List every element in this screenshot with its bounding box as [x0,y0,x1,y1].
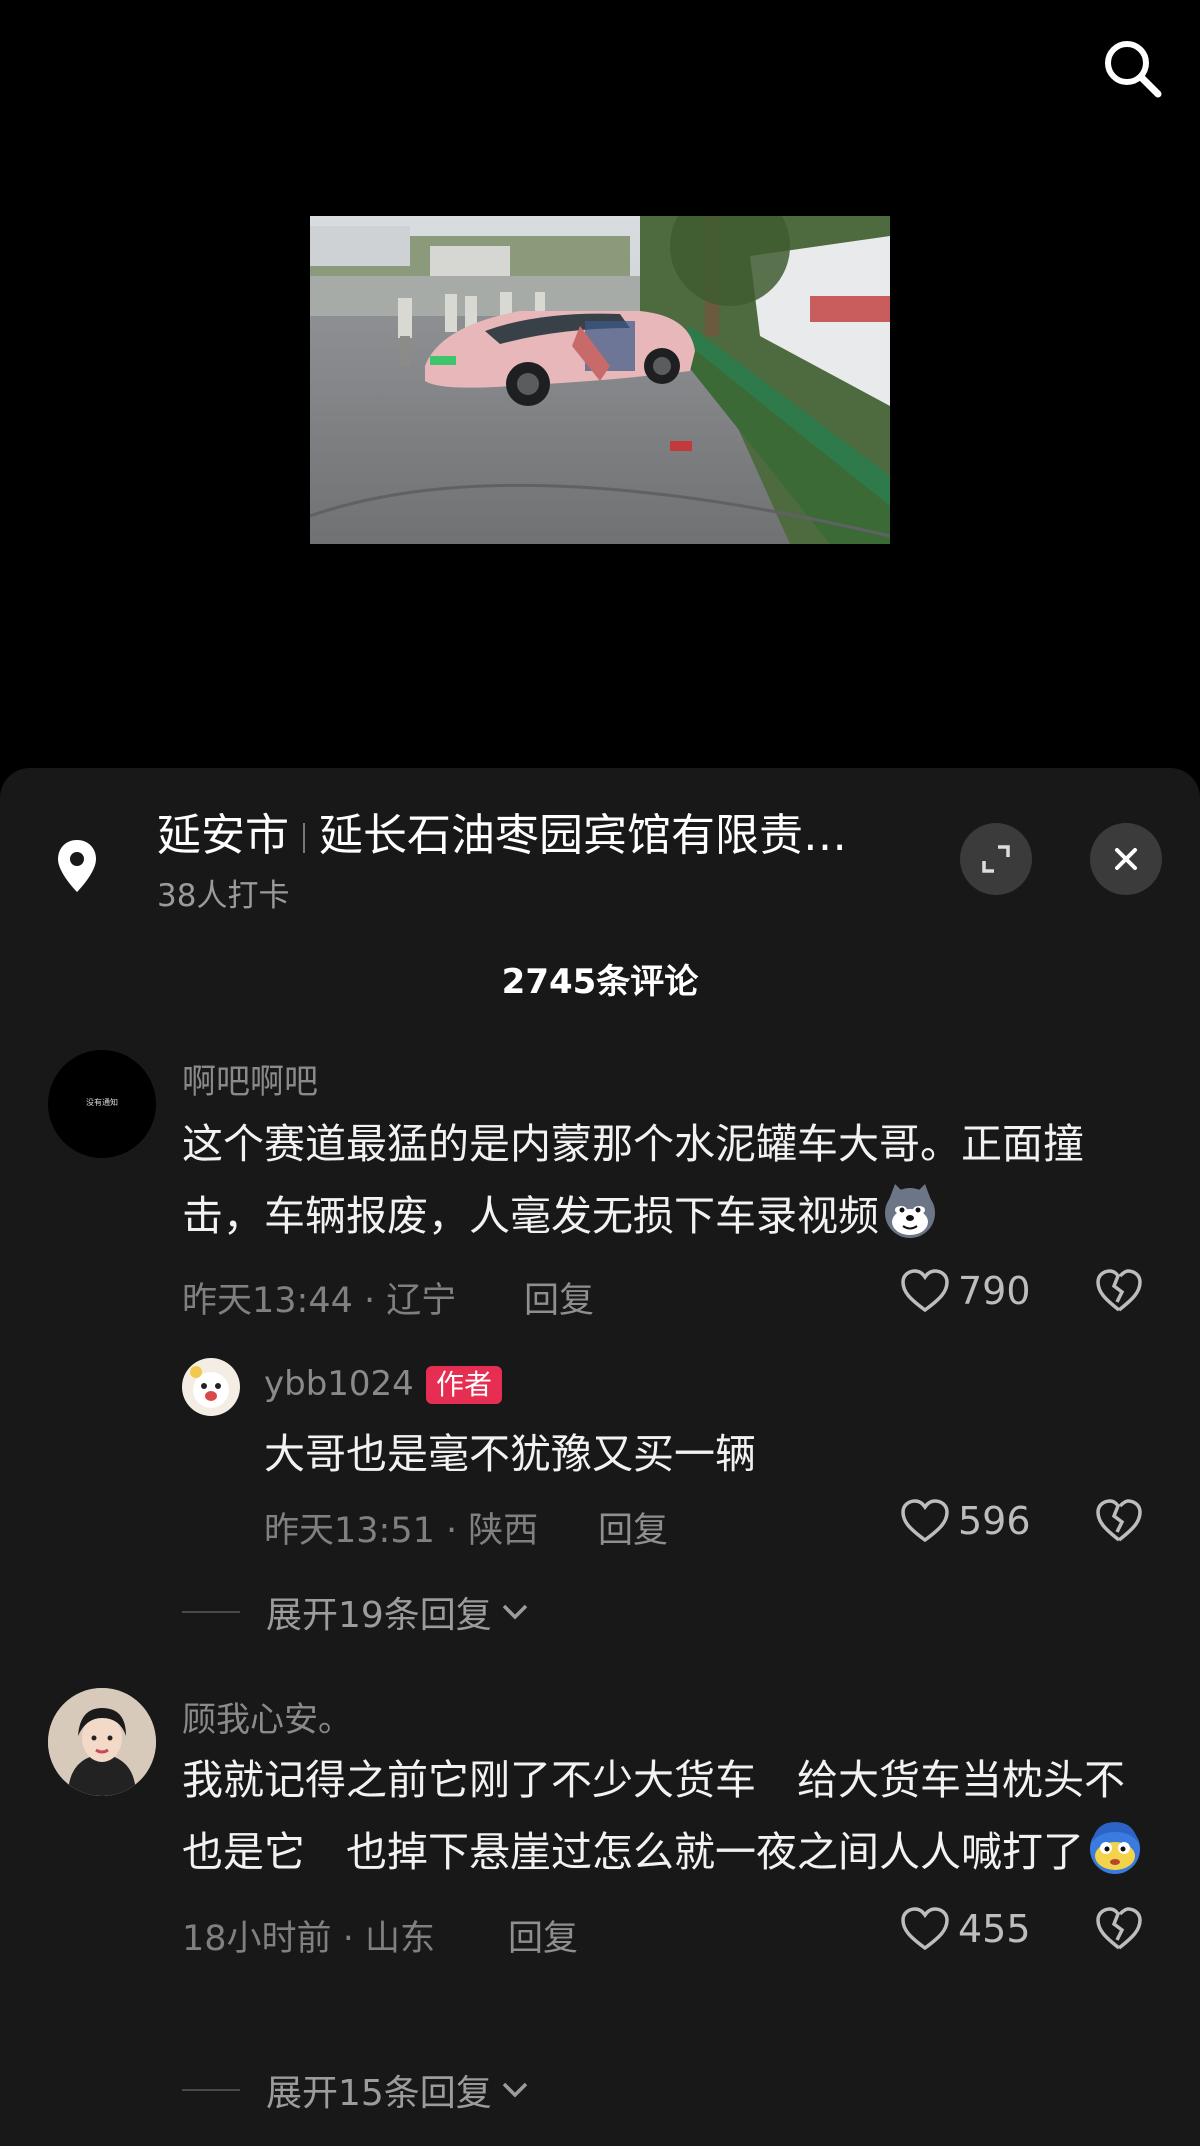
search-button[interactable] [1100,36,1164,100]
avatar-image [48,1688,156,1796]
broken-heart-icon[interactable] [1095,1906,1143,1952]
avatar[interactable] [182,1358,240,1416]
reply-region: 陕西 [468,1511,539,1551]
meta-separator: · [342,1919,354,1959]
author-badge: 作者 [426,1366,503,1404]
comment-time: 昨天13:44 [182,1281,353,1321]
search-icon [1105,41,1162,98]
location-checkins: 38人打卡 [157,878,290,914]
divider [182,1611,240,1613]
location-separator [303,823,305,853]
car-accident-photo [310,216,890,544]
comment-username[interactable]: 顾我心安。 [182,1692,352,1741]
like-count: 790 [958,1269,1031,1313]
post-photo[interactable] [310,216,890,544]
like-button[interactable]: 790 [900,1268,1031,1314]
close-button[interactable] [1090,823,1162,895]
comment-time: 18小时前 [182,1919,332,1959]
avatar-text: 没有通知 [86,1098,118,1107]
location-city: 延安市 [157,810,289,861]
comment-text: 这个赛道最猛的是内蒙那个水泥罐车大哥。正面撞击，车辆报废，人毫发无损下车录视频 [182,1108,1142,1252]
comment-text-content: 我就记得之前它刚了不少大货车 给大货车当枕头不也是它 也掉下悬崖过怎么就一夜之间… [182,1756,1125,1876]
husky-emoji-icon [885,1184,935,1238]
comment-text-content: 这个赛道最猛的是内蒙那个水泥罐车大哥。正面撞击，车辆报废，人毫发无损下车录视频 [182,1120,1084,1240]
heart-icon [901,1499,949,1543]
reply-meta: 昨天13:51 · 陕西 [264,1502,538,1553]
chevron-down-icon [502,2082,528,2098]
reply-username[interactable]: ybb1024 [264,1364,414,1404]
reply-button[interactable]: 回复 [508,1910,578,1961]
broken-heart-icon[interactable] [1095,1498,1143,1544]
meta-separator: · [364,1281,376,1321]
expand-button[interactable] [960,823,1032,895]
comment-sheet: 延安市 延长石油枣园宾馆有限责… 38人打卡 2745条评论 没有通知 啊吧啊吧 … [0,768,1200,2146]
expand-replies[interactable]: 展开15条回复 [182,2064,532,2116]
meta-separator: · [446,1511,458,1551]
expand-replies-label: 展开19条回复 [266,1595,492,1636]
chevron-down-icon [502,1604,528,1620]
broken-heart-icon[interactable] [1095,1268,1143,1314]
comment-meta: 昨天13:44 · 辽宁 [182,1272,456,1323]
like-button[interactable]: 596 [900,1498,1031,1544]
reply-time: 昨天13:51 [264,1511,435,1551]
blue-face-emoji-icon [1090,1822,1140,1874]
heart-icon [901,1907,949,1951]
comment-meta: 18小时前 · 山东 [182,1910,435,1961]
avatar-image [190,1366,229,1408]
location-title[interactable]: 延安市 延长石油枣园宾馆有限责… [157,808,957,864]
comment-text: 我就记得之前它刚了不少大货车 给大货车当枕头不也是它 也掉下悬崖过怎么就一夜之间… [182,1744,1162,1888]
reply-button[interactable]: 回复 [598,1502,668,1553]
like-button[interactable]: 455 [900,1906,1031,1952]
avatar[interactable] [48,1688,156,1796]
reply-text: 大哥也是毫不犹豫又买一辆 [264,1430,756,1478]
heart-icon [901,1269,949,1313]
comment-region: 山东 [364,1919,435,1959]
comment-username[interactable]: 啊吧啊吧 [182,1054,318,1103]
comment-region: 辽宁 [386,1281,457,1321]
like-count: 455 [958,1907,1031,1951]
divider [182,2089,240,2091]
like-count: 596 [958,1499,1031,1543]
location-place: 延长石油枣园宾馆有限责… [319,810,847,861]
expand-icon [982,845,1010,873]
reply-button[interactable]: 回复 [524,1272,594,1323]
avatar[interactable]: 没有通知 [48,1050,156,1158]
expand-replies-label: 展开15条回复 [266,2073,492,2114]
location-pin-icon [55,838,99,894]
comment-count: 2745条评论 [501,962,699,1002]
close-icon [1115,848,1137,870]
expand-replies[interactable]: 展开19条回复 [182,1586,532,1638]
